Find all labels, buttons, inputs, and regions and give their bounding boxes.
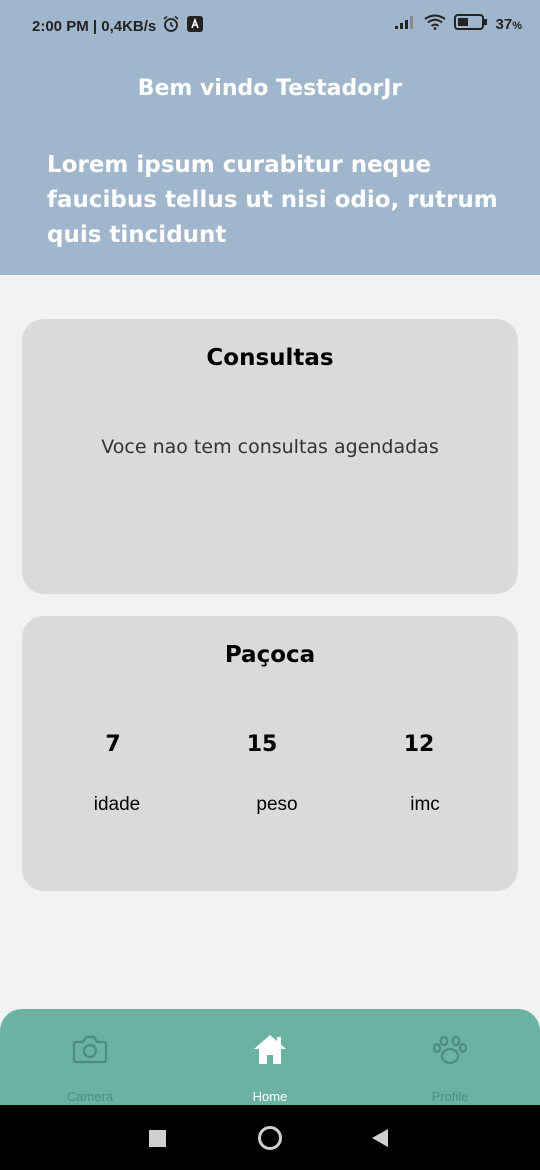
nav-label: Home: [252, 1089, 288, 1104]
pet-card[interactable]: Paçoca 7 idade 15 peso 12 imc: [22, 616, 518, 891]
stat-label: idade: [93, 794, 141, 815]
home-system-button[interactable]: [257, 1125, 283, 1155]
nav-item-profile[interactable]: Profile: [360, 1009, 540, 1105]
paw-icon: [430, 1031, 470, 1067]
nav-item-camera[interactable]: Camera: [0, 1009, 180, 1105]
signal-icon: [394, 14, 416, 34]
battery-level: 37%: [496, 16, 522, 33]
camera-icon: [70, 1031, 110, 1067]
nav-label: Camera: [66, 1089, 114, 1104]
consultas-card: Consultas Voce nao tem consultas agendad…: [22, 319, 518, 594]
system-navigation-bar: [0, 1105, 540, 1170]
consultas-empty-message: Voce nao tem consultas agendadas: [101, 436, 439, 458]
stat-label: peso: [256, 794, 298, 815]
consultas-title: Consultas: [206, 345, 334, 371]
stat-value: 15: [246, 732, 278, 757]
stat-peso: 15 peso: [205, 616, 325, 891]
battery-unit: %: [512, 19, 522, 32]
stat-idade: 7 idade: [57, 616, 177, 891]
bottom-nav: Camera Home Profile: [0, 1009, 540, 1105]
nav-item-home[interactable]: Home: [180, 1009, 360, 1105]
alarm-icon: [162, 15, 180, 37]
wifi-icon: [423, 14, 446, 34]
app-notification-icon: [186, 15, 204, 37]
stat-imc: 12 imc: [359, 616, 479, 891]
status-bar: 2:00 PM | 0,4KB/s 37%: [0, 0, 540, 50]
home-icon: [250, 1031, 290, 1067]
battery-value: 37: [495, 15, 513, 33]
welcome-title: Bem vindo TestadorJr: [137, 76, 403, 101]
stat-value: 12: [403, 732, 435, 757]
status-left: 2:00 PM | 0,4KB/s: [32, 15, 204, 37]
battery-icon: [453, 14, 488, 34]
header-subtitle: Lorem ipsum curabitur neque faucibus tel…: [47, 152, 498, 248]
recents-button[interactable]: [149, 1130, 166, 1151]
stat-label: imc: [410, 794, 440, 815]
stat-value: 7: [105, 732, 121, 757]
header: 2:00 PM | 0,4KB/s 37% Bem vindo Testador…: [0, 0, 540, 275]
nav-label: Profile: [431, 1089, 469, 1104]
back-button[interactable]: [372, 1129, 389, 1151]
status-right: 37%: [394, 14, 522, 34]
status-time-speed: 2:00 PM | 0,4KB/s: [32, 17, 157, 35]
